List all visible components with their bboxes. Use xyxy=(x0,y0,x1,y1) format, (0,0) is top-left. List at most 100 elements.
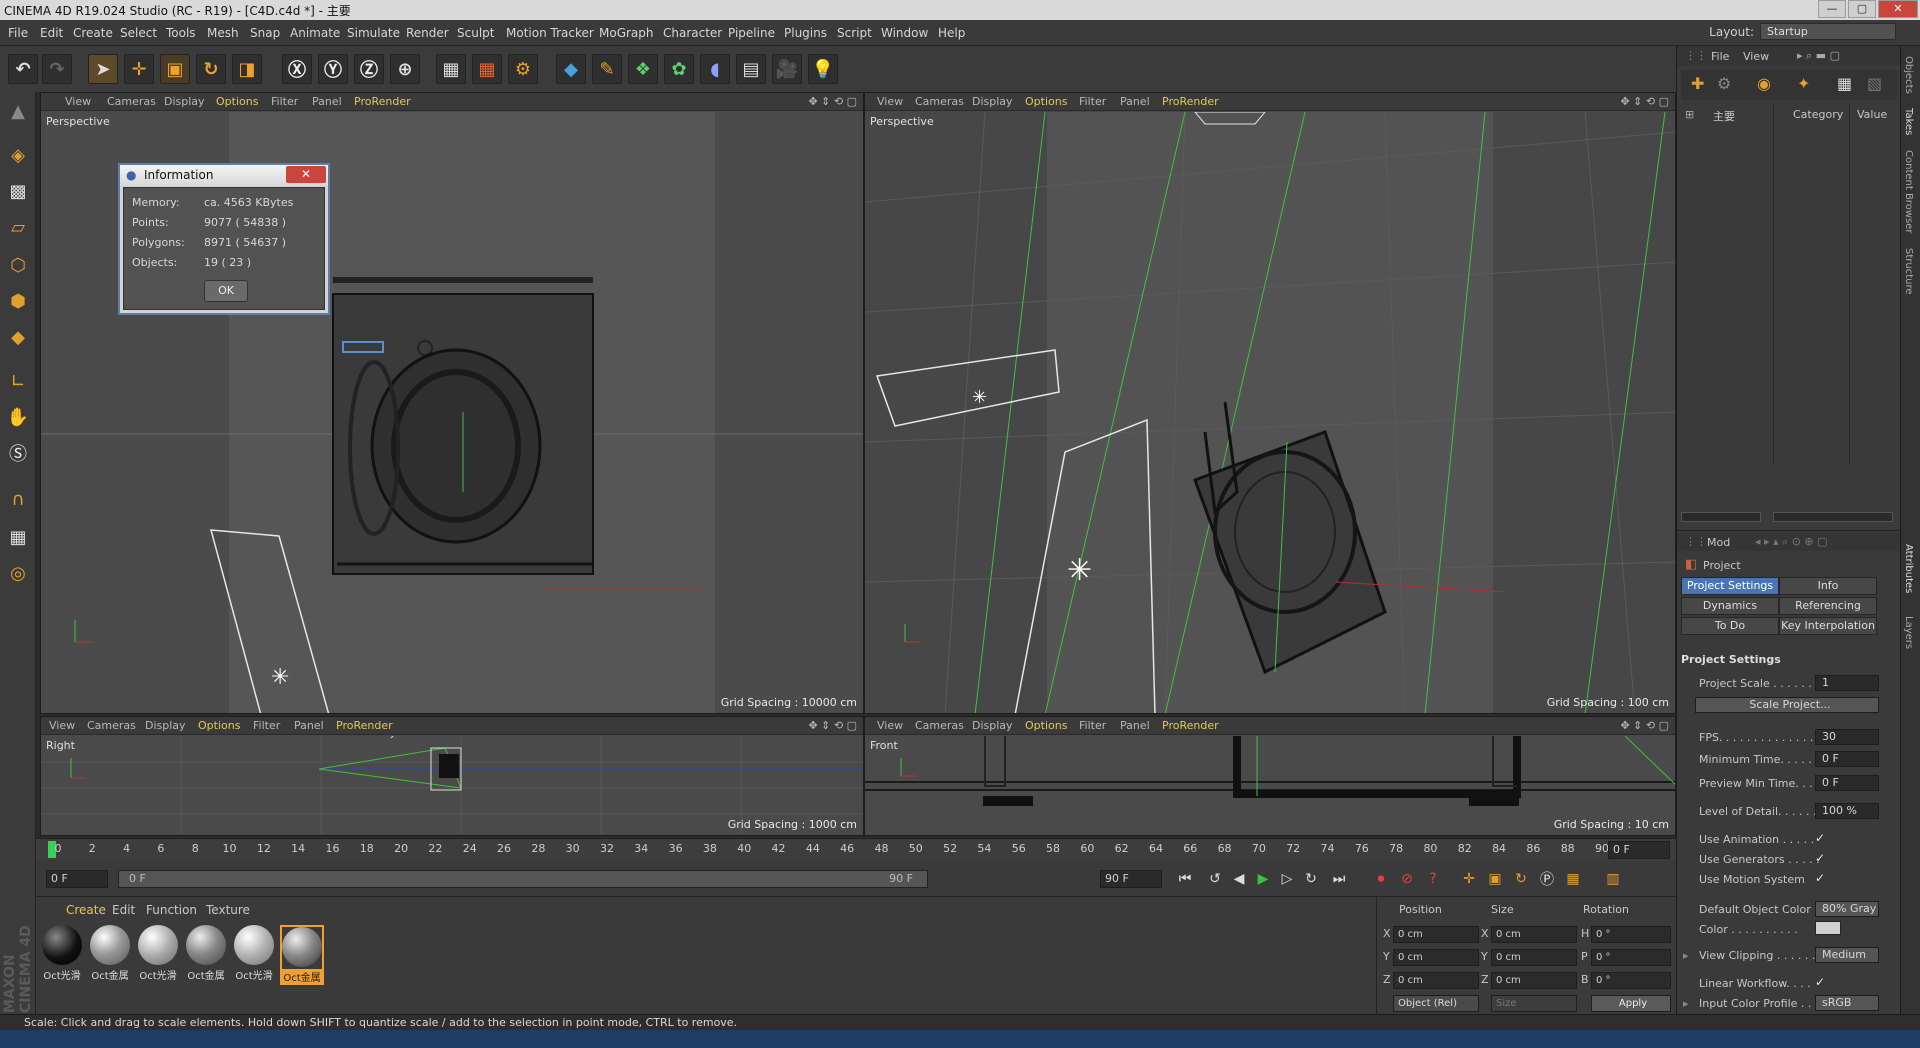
menu-mesh[interactable]: Mesh xyxy=(207,26,239,40)
mat-menu-create[interactable]: Create xyxy=(66,903,106,917)
scale-project-button[interactable]: Scale Project... xyxy=(1695,697,1879,713)
cube-icon[interactable]: ◆ xyxy=(556,54,586,84)
auto-take-icon[interactable]: ◉ xyxy=(1757,74,1771,93)
viewport-nav-icon[interactable]: ✥ ⇕ ⟲ ▢ xyxy=(1620,95,1669,108)
tab-objects[interactable]: Objects xyxy=(1903,56,1914,94)
objmgr-menu-view[interactable]: View xyxy=(1743,50,1769,63)
material-swatch[interactable]: Oct光滑 xyxy=(40,925,84,985)
vp-menu-display[interactable]: Display xyxy=(972,719,1013,732)
y-axis-icon[interactable]: Ⓨ xyxy=(318,54,348,84)
viewport-nav-icon[interactable]: ✥ ⇕ ⟲ ▢ xyxy=(1620,719,1669,732)
lock-workplane-icon[interactable]: ▦ xyxy=(3,522,33,552)
vp-menu-view[interactable]: View xyxy=(877,719,903,732)
cloner-icon[interactable]: ✿ xyxy=(664,54,694,84)
menu-create[interactable]: Create xyxy=(73,26,113,40)
menu-pipeline[interactable]: Pipeline xyxy=(728,26,775,40)
z-axis-icon[interactable]: Ⓩ xyxy=(354,54,384,84)
dialog-close-button[interactable]: ✕ xyxy=(286,166,326,183)
recent-tool-icon[interactable]: ◨ xyxy=(232,54,262,84)
use-animation-checkbox[interactable]: ✓ xyxy=(1815,831,1825,845)
vp-menu-filter[interactable]: Filter xyxy=(253,719,280,732)
go-to-end-icon[interactable]: ⏭ xyxy=(1328,869,1350,889)
take-filter-icon[interactable]: ▧ xyxy=(1867,74,1882,93)
viewport-nav-icon[interactable]: ✥ ⇕ ⟲ ▢ xyxy=(808,719,857,732)
edges-mode-icon[interactable]: ⬢ xyxy=(3,286,33,316)
attr-mode-menu[interactable]: Mod xyxy=(1707,536,1730,549)
position-z-field[interactable]: 0 cm xyxy=(1393,972,1479,989)
fps-field[interactable]: 30 xyxy=(1815,729,1879,745)
linear-workflow-checkbox[interactable]: ✓ xyxy=(1815,975,1825,989)
menu-edit[interactable]: Edit xyxy=(40,26,63,40)
model-mode-icon[interactable]: ◈ xyxy=(3,140,33,170)
vp-menu-cameras[interactable]: Cameras xyxy=(915,95,964,108)
rotation-b-field[interactable]: 0 ° xyxy=(1591,972,1671,989)
polygons-mode-icon[interactable]: ◆ xyxy=(3,322,33,352)
timeline-ruler[interactable]: 0 2 4 6 8 10 12 14 16 18 20 22 24 26 28 30 32 34 36 38 40 42 4… xyxy=(36,838,1676,860)
vp-menu-prorender[interactable]: ProRender xyxy=(354,95,411,108)
render-settings-icon[interactable]: ⚙ xyxy=(508,54,538,84)
move-icon[interactable]: ✛ xyxy=(124,54,154,84)
vp-menu-options[interactable]: Options xyxy=(1025,95,1067,108)
autokey-icon[interactable]: ⊘ xyxy=(1396,869,1418,889)
coordinate-system-icon[interactable]: ⊕ xyxy=(390,54,420,84)
workplane-icon[interactable]: ▱ xyxy=(3,212,33,242)
menu-character[interactable]: Character xyxy=(663,26,722,40)
snap-icon[interactable]: Ⓢ xyxy=(3,438,33,468)
vp-menu-display[interactable]: Display xyxy=(164,95,205,108)
record-scale-icon[interactable]: ▣ xyxy=(1484,869,1506,889)
level-of-detail-field[interactable]: 100 % xyxy=(1815,803,1879,819)
vp-menu-view[interactable]: View xyxy=(877,95,903,108)
take-override-icon[interactable]: ⚙ xyxy=(1717,74,1731,93)
minimize-button[interactable]: — xyxy=(1818,0,1846,18)
expand-arrow-icon[interactable]: ▸ xyxy=(1683,949,1689,962)
pen-spline-icon[interactable]: ✎ xyxy=(592,54,622,84)
menu-simulate[interactable]: Simulate xyxy=(347,26,400,40)
mat-menu-function[interactable]: Function xyxy=(146,903,197,917)
horizontal-scrollbar[interactable] xyxy=(1773,512,1893,522)
objmgr-menu-file[interactable]: File xyxy=(1711,50,1729,63)
size-y-field[interactable]: 0 cm xyxy=(1491,949,1577,966)
camera-icon[interactable]: 🎥 xyxy=(772,54,802,84)
apply-button[interactable]: Apply xyxy=(1591,995,1671,1012)
record-rotation-icon[interactable]: ↻ xyxy=(1510,869,1532,889)
x-axis-icon[interactable]: Ⓧ xyxy=(282,54,312,84)
previous-frame-icon[interactable]: ◀ xyxy=(1228,869,1250,889)
mat-menu-edit[interactable]: Edit xyxy=(112,903,135,917)
vp-menu-view[interactable]: View xyxy=(65,95,91,108)
menu-mograph[interactable]: MoGraph xyxy=(599,26,654,40)
menu-tools[interactable]: Tools xyxy=(166,26,196,40)
vp-menu-options[interactable]: Options xyxy=(216,95,258,108)
menu-window[interactable]: Window xyxy=(881,26,928,40)
color-swatch[interactable] xyxy=(1815,921,1841,935)
vp-menu-cameras[interactable]: Cameras xyxy=(107,95,156,108)
preview-range-slider[interactable]: 0 F 90 F xyxy=(118,870,928,888)
take-icon[interactable]: ✚ xyxy=(1691,74,1704,93)
take-expander-icon[interactable]: ⊞ xyxy=(1685,108,1694,121)
rotation-h-field[interactable]: 0 ° xyxy=(1591,926,1671,943)
tab-dynamics[interactable]: Dynamics xyxy=(1681,597,1779,615)
redo-icon[interactable]: ↷ xyxy=(42,54,72,84)
render-take-icon[interactable]: ▦ xyxy=(1837,74,1852,93)
planar-icon[interactable]: ◎ xyxy=(3,558,33,588)
vp-menu-prorender[interactable]: ProRender xyxy=(1162,95,1219,108)
input-color-profile-select[interactable]: sRGB xyxy=(1815,995,1879,1011)
attr-toolbar-icons[interactable]: ◂ ▸ ▴ ⌕ ⊙ ⊕ ▢ xyxy=(1755,535,1828,549)
ok-button[interactable]: OK xyxy=(204,280,248,302)
vp-menu-panel[interactable]: Panel xyxy=(294,719,324,732)
tab-structure[interactable]: Structure xyxy=(1903,248,1914,295)
size-z-field[interactable]: 0 cm xyxy=(1491,972,1577,989)
light-icon[interactable]: 💡 xyxy=(808,54,838,84)
end-frame-field[interactable]: 90 F xyxy=(1100,870,1162,888)
play-icon[interactable]: ▶ xyxy=(1252,869,1274,889)
tab-to-do[interactable]: To Do xyxy=(1681,617,1779,635)
project-scale-field[interactable]: 1 xyxy=(1815,675,1879,691)
rotate-icon[interactable]: ↻ xyxy=(196,54,226,84)
vp-menu-panel[interactable]: Panel xyxy=(312,95,342,108)
vp-menu-filter[interactable]: Filter xyxy=(271,95,298,108)
previous-key-icon[interactable]: ↺ xyxy=(1204,869,1226,889)
vp-menu-prorender[interactable]: ProRender xyxy=(336,719,393,732)
view-clipping-select[interactable]: Medium xyxy=(1815,947,1879,963)
undo-icon[interactable]: ↶ xyxy=(8,54,38,84)
menu-help[interactable]: Help xyxy=(938,26,965,40)
vp-menu-filter[interactable]: Filter xyxy=(1079,95,1106,108)
